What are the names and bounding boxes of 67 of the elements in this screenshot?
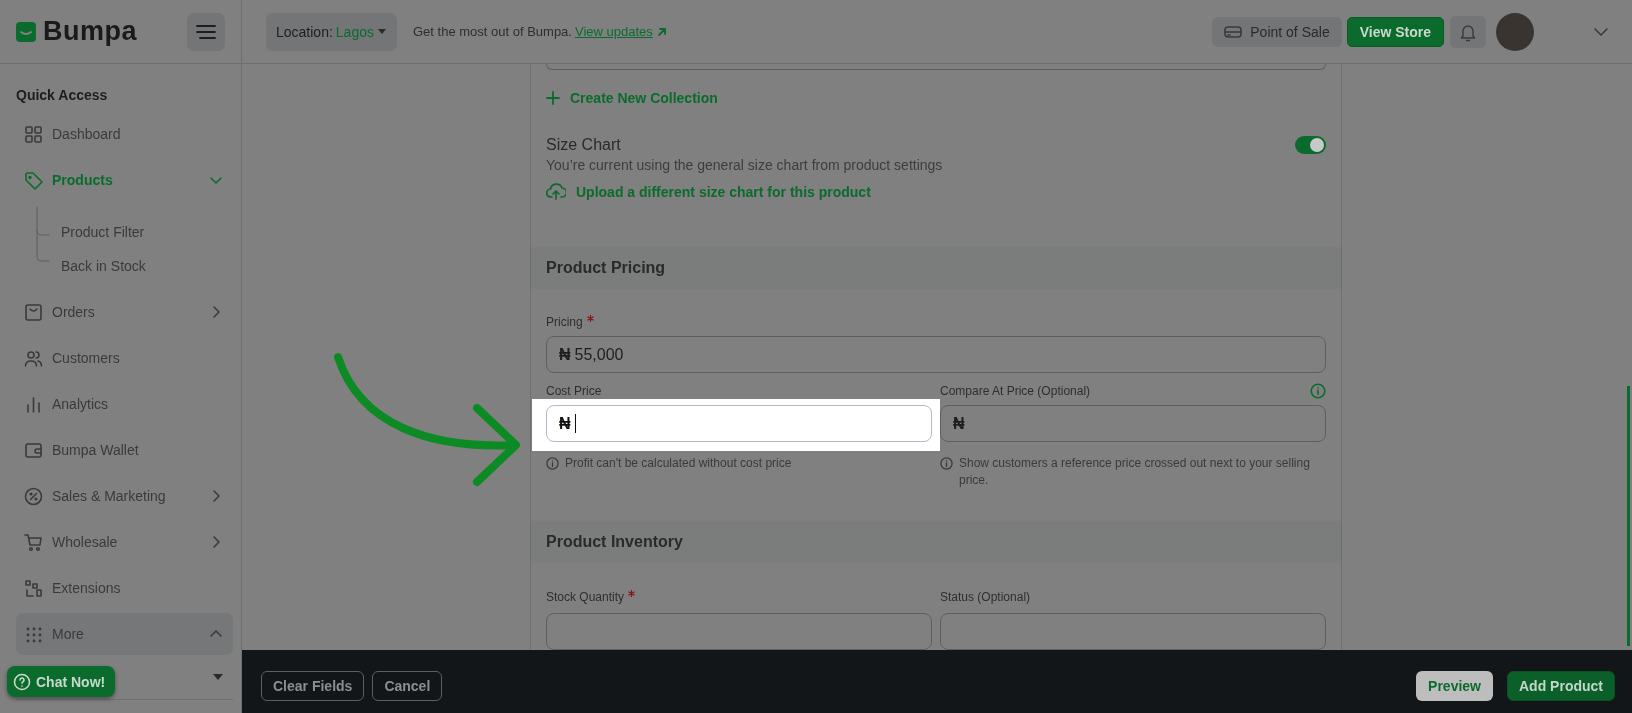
menu-button[interactable] [187,12,225,51]
logo-text: Bumpa [43,16,137,47]
footer-button[interactable]: Add Product [1507,670,1615,701]
avatar[interactable] [1496,12,1534,51]
percent-badge-icon [24,486,43,506]
sidebar-item[interactable]: Wholesale [16,519,233,565]
arrow-up-right-icon [656,26,667,37]
sidebar-item[interactable]: More [16,613,233,655]
hint-text: Show customers a reference price crossed out next to your selling price. [959,455,1311,489]
section-heading: Product Pricing [546,259,666,277]
point-of-sale-button[interactable]: Point of Sale [1212,16,1342,47]
card-icon [1224,24,1243,39]
sidebar-item[interactable]: Products [16,157,233,203]
hint-text: Profit can't be calculated without cost price [565,455,792,472]
tree-line-icon [36,207,50,265]
footer-button[interactable]: Clear Fields [261,670,365,701]
input-field[interactable]: ₦ 55,000 [546,336,1326,373]
view-updates-link[interactable]: View updates [574,24,667,39]
help-icon [13,672,31,691]
chat-now-button[interactable]: Chat Now! [7,666,116,697]
sidebar-item[interactable]: Bumpa Wallet [16,427,233,473]
caret-down-icon [213,674,223,680]
toggle-switch[interactable] [1295,136,1326,154]
cloud-upload-icon [546,183,566,201]
sidebar-item[interactable]: Dashboard [16,111,233,157]
create-collection-link[interactable]: Create New Collection [546,90,718,106]
puzzle-icon [24,578,43,598]
input-field[interactable]: ₦ [940,405,1326,442]
sidebar-subitem[interactable]: Back in Stock [36,249,233,283]
caret-icon [377,27,387,36]
upload-size-chart-link[interactable]: Upload a different size chart for this product [546,183,871,201]
field-label: Stock Quantity [546,590,625,604]
notification-button[interactable] [1450,15,1486,48]
menu-icon [196,23,216,40]
input-field[interactable] [940,613,1326,650]
sidebar-item[interactable]: Extensions [16,565,233,611]
field-label: Compare At Price (Optional) [940,384,1091,398]
sidebar-item[interactable]: Orders [16,289,233,335]
cart-icon [24,532,43,552]
sidebar-item[interactable]: Analytics [16,381,233,427]
section-heading: Size Chart [546,136,621,154]
footer-button[interactable]: Preview [1416,670,1493,701]
sidebar-subitem[interactable]: Product Filter [36,215,233,249]
people-icon [24,348,43,368]
location-selector[interactable]: Location: Lagos [266,12,397,51]
info-icon [940,457,953,470]
bar-chart-icon [24,394,43,414]
view-store-button[interactable]: View Store [1346,16,1444,47]
bag-icon [24,302,43,322]
field-label: Status (Optional) [940,590,1031,604]
field-label: Cost Price [546,384,602,398]
footer-button[interactable]: Cancel [372,670,443,701]
text-field[interactable]: ₦ [546,405,932,442]
plus-icon [546,91,560,105]
grid-icon [24,124,43,144]
info-icon [546,457,559,470]
wallet-icon [24,440,43,460]
input-field[interactable] [546,613,932,650]
section-heading: Product Inventory [546,533,683,551]
sidebar-item[interactable]: Sales & Marketing [16,473,233,519]
sidebar-item[interactable]: Customers [16,335,233,381]
tag-icon [24,170,43,190]
field-label: Pricing [546,315,583,329]
notice-text: Get the most out of Bumpa. [413,24,572,39]
description-text: You’re current using the general size chart from product settings [546,157,944,173]
bag-logo-icon [15,20,37,43]
section-title: Quick Access [16,87,109,103]
